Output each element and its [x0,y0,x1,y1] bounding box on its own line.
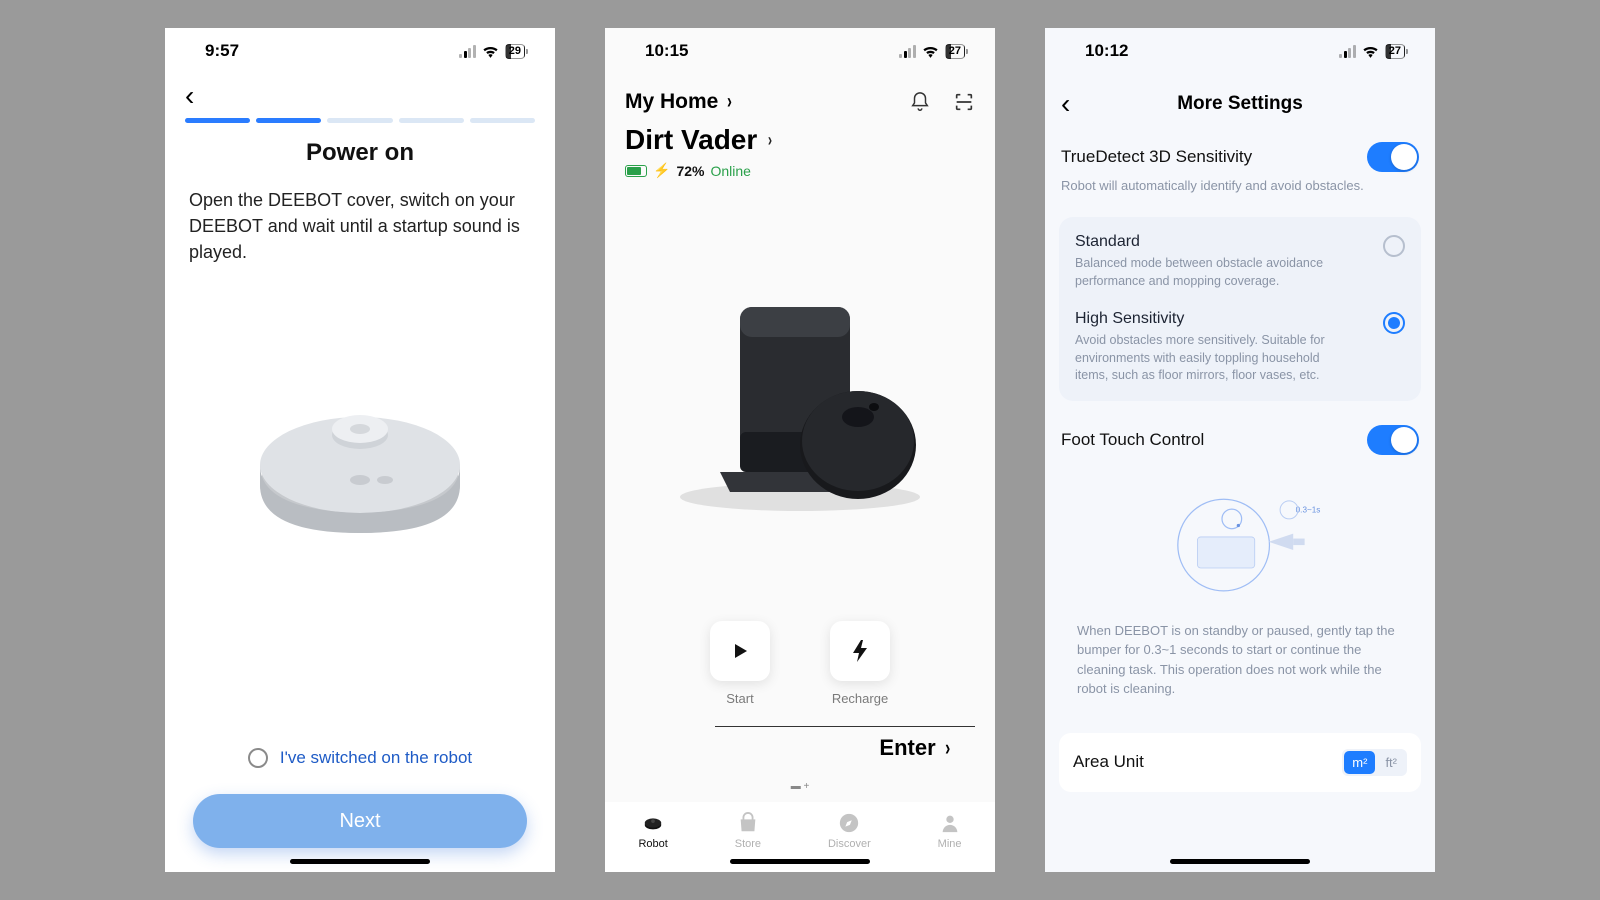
notification-bell-icon[interactable] [909,91,931,113]
back-button[interactable]: ‹ [1061,88,1070,120]
enter-label: Enter [879,735,935,761]
scan-icon[interactable] [953,91,975,113]
option-desc: Avoid obstacles more sensitively. Suitab… [1075,332,1345,385]
home-selector[interactable]: My Home › [625,90,733,114]
status-right: 27 [899,44,965,59]
header: My Home › Dirt Vader › ⚡ 72% Online [605,74,995,183]
charging-icon: ⚡ [653,162,670,179]
foottouch-illustration: 0.3~1s [1061,455,1419,621]
setup-power-on-screen: 9:57 29 ‹ Power on Open the DEEBOT cover… [165,28,555,872]
back-button[interactable]: ‹ [181,74,198,118]
status-right: 27 [1339,44,1405,59]
nav-bar: ‹ [165,74,555,139]
start-button[interactable] [710,621,770,681]
enter-button[interactable]: Enter › [715,726,975,781]
recharge-button[interactable] [830,621,890,681]
radio-icon[interactable] [1383,312,1405,334]
option-title: High Sensitivity [1075,310,1345,328]
signal-icon [459,45,476,58]
option-desc: Balanced mode between obstacle avoidance… [1075,255,1345,290]
truedetect-sub: Robot will automatically identify and av… [1061,178,1419,193]
robot-illustration [165,285,555,615]
more-settings-screen: 10:12 27 ‹ More Settings TrueDetect 3D S… [1045,28,1435,872]
chevron-right-icon: › [945,735,950,761]
battery-percent: 72% [676,163,704,179]
unit-ft2[interactable]: ft² [1377,751,1405,774]
nav-bar: ‹ More Settings [1045,74,1435,130]
time-hint-label: 0.3~1s [1296,505,1321,514]
page-title: More Settings [1177,93,1303,115]
store-tab-icon [737,812,759,834]
robot-product-image [605,183,995,621]
truedetect-label: TrueDetect 3D Sensitivity [1061,147,1252,167]
battery-small-icon [625,165,647,177]
foottouch-label: Foot Touch Control [1061,430,1204,450]
battery-icon: 27 [1385,44,1405,59]
status-bar: 10:15 27 [605,28,995,74]
option-title: Standard [1075,233,1345,251]
area-unit-toggle[interactable]: m² ft² [1342,749,1407,776]
wifi-icon [1362,45,1379,58]
radio-icon[interactable] [1383,235,1405,257]
start-label: Start [726,691,753,706]
page-indicator: ▬ + [605,781,995,802]
status-time: 10:12 [1085,41,1128,61]
home-indicator[interactable] [730,859,870,864]
truedetect-section: TrueDetect 3D Sensitivity Robot will aut… [1045,130,1435,205]
checkbox-label: I've switched on the robot [280,748,472,768]
tab-label: Robot [638,838,667,850]
online-status: Online [710,163,750,179]
play-icon [730,641,750,661]
robot-home-screen: 10:15 27 My Home › Dirt Vader › ⚡ 72% Onl… [605,28,995,872]
robot-tab-icon [642,812,664,834]
area-unit-label: Area Unit [1073,752,1144,772]
tab-label: Discover [828,838,871,850]
tab-discover[interactable]: Discover [828,812,871,850]
recharge-label: Recharge [832,691,888,706]
device-name-label: Dirt Vader [625,124,757,156]
status-bar: 9:57 29 [165,28,555,74]
signal-icon [1339,45,1356,58]
battery-icon: 27 [945,44,965,59]
bolt-icon [851,640,869,662]
area-unit-row: Area Unit m² ft² [1059,733,1421,792]
option-standard[interactable]: Standard Balanced mode between obstacle … [1075,233,1405,290]
status-bar: 10:12 27 [1045,28,1435,74]
battery-icon: 29 [505,44,525,59]
action-buttons: Start Recharge [605,621,995,726]
checkbox-icon[interactable] [248,748,268,768]
truedetect-toggle[interactable] [1367,142,1419,172]
progress-indicator [181,118,539,139]
foottouch-toggle[interactable] [1367,425,1419,455]
sensitivity-options: Standard Balanced mode between obstacle … [1059,217,1421,401]
wifi-icon [922,45,939,58]
tab-robot[interactable]: Robot [638,812,667,850]
signal-icon [899,45,916,58]
home-label: My Home [625,90,718,114]
next-button[interactable]: Next [193,794,527,848]
status-right: 29 [459,44,525,59]
option-high-sensitivity[interactable]: High Sensitivity Avoid obstacles more se… [1075,310,1405,385]
foottouch-section: Foot Touch Control 0.3~1s When DEEBOT is… [1045,421,1435,725]
tab-label: Mine [938,838,962,850]
chevron-right-icon: › [768,130,772,151]
mine-tab-icon [939,812,961,834]
instruction-text: Open the DEEBOT cover, switch on your DE… [165,187,555,265]
unit-m2[interactable]: m² [1344,751,1375,774]
tab-store[interactable]: Store [735,812,761,850]
tab-mine[interactable]: Mine [938,812,962,850]
wifi-icon [482,45,499,58]
status-time: 10:15 [645,41,688,61]
device-name-row[interactable]: Dirt Vader › [625,124,975,156]
status-time: 9:57 [205,41,239,61]
tab-label: Store [735,838,761,850]
home-indicator[interactable] [1170,859,1310,864]
page-title: Power on [165,139,555,167]
chevron-right-icon: › [727,90,732,114]
confirmation-checkbox-row[interactable]: I've switched on the robot [193,748,527,768]
foottouch-desc: When DEEBOT is on standby or paused, gen… [1061,621,1419,713]
device-status: ⚡ 72% Online [625,162,975,179]
home-indicator[interactable] [290,859,430,864]
discover-tab-icon [838,812,860,834]
